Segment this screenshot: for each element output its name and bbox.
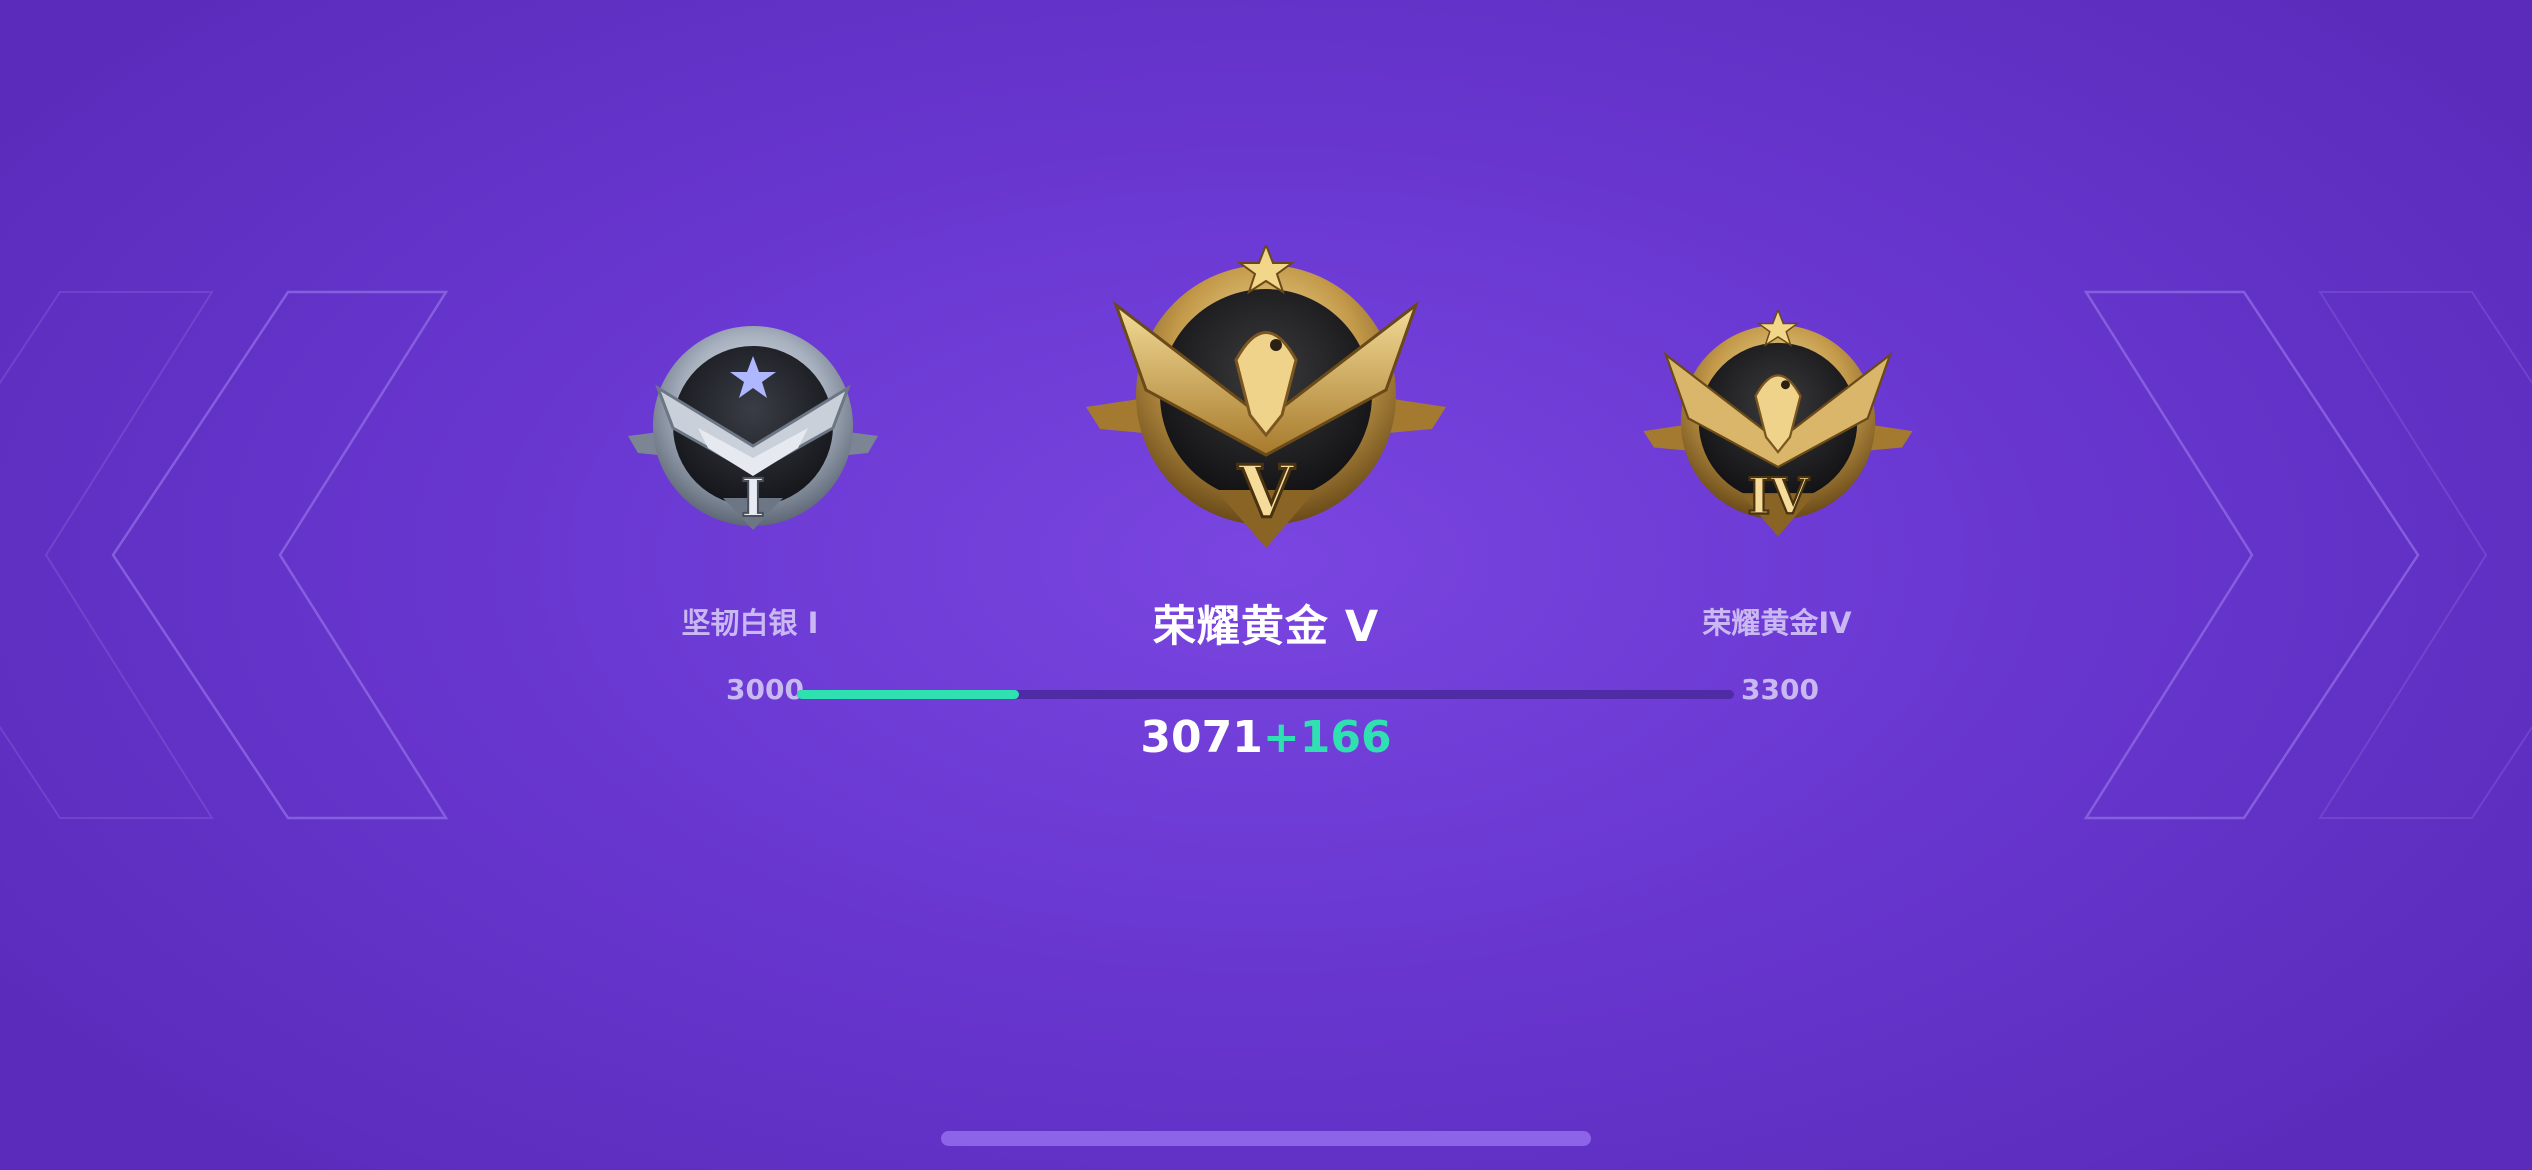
rank-current: V <box>1086 245 1446 550</box>
home-indicator[interactable] <box>941 1131 1591 1146</box>
progress-bar <box>797 690 1734 699</box>
rank-previous-name: 坚韧白银 I <box>681 606 819 640</box>
rank-next-name: 荣耀黄金IV <box>1702 606 1852 640</box>
progress-fill <box>797 690 1020 699</box>
svg-text:IV: IV <box>1747 467 1809 525</box>
score-value: 3071 <box>1140 712 1263 763</box>
silver-rank-badge-icon: I <box>628 326 878 530</box>
progress-max-label: 3300 <box>1741 673 1819 706</box>
score-gain: +166 <box>1262 712 1392 763</box>
rank-next: IV <box>1643 310 1913 538</box>
rank-current-name: 荣耀黄金 V <box>1152 602 1380 652</box>
chevron-left-faded-icon <box>0 291 214 819</box>
rank-previous: I <box>628 318 878 533</box>
chevron-right-icon <box>2083 290 2420 820</box>
svg-text:V: V <box>1237 449 1295 534</box>
score-readout: 3071+166 <box>1140 712 1391 763</box>
gold-rank-badge-icon: IV <box>1643 310 1913 537</box>
svg-text:I: I <box>741 468 765 529</box>
progress-min-label: 3000 <box>726 673 804 706</box>
background-chevrons <box>0 290 2532 820</box>
gold-rank-badge-icon: V <box>1086 245 1446 548</box>
chevron-right-faded-icon <box>2318 291 2532 819</box>
